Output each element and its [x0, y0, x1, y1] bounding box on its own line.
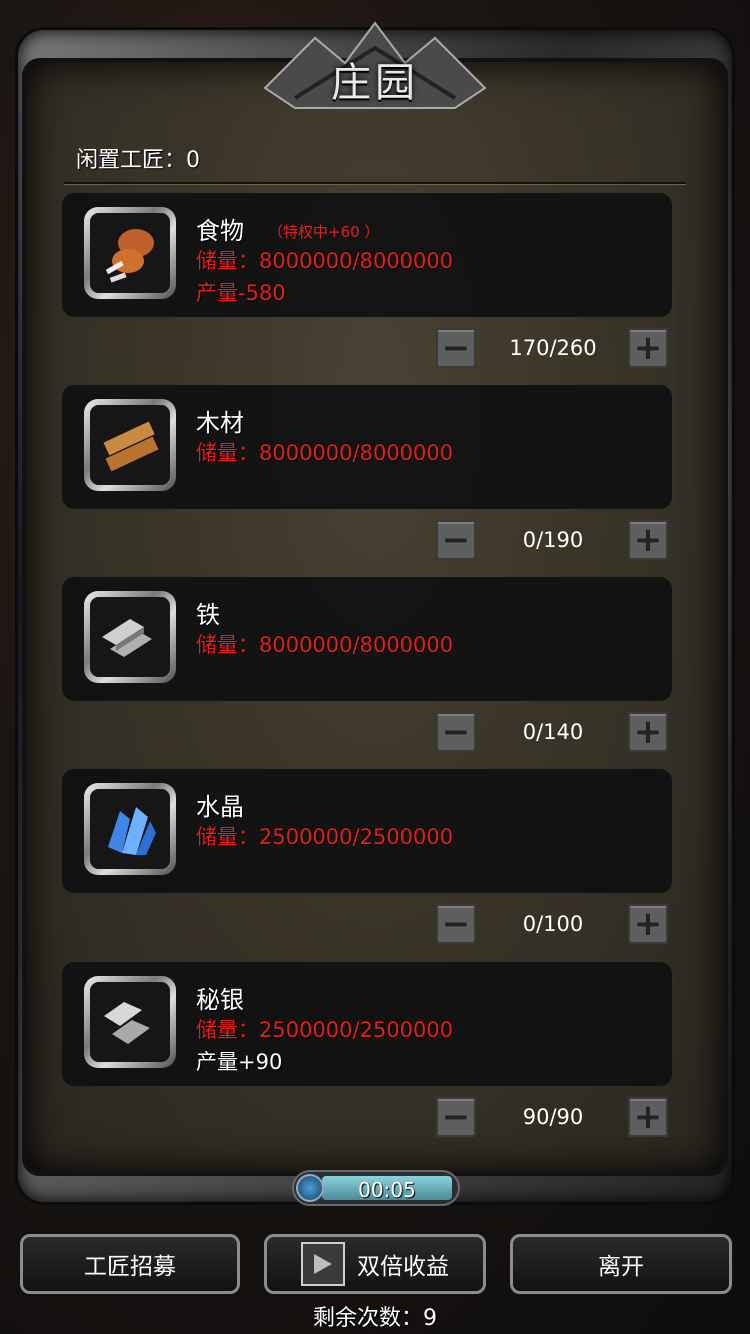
recruit-button[interactable]: 工匠招募: [20, 1234, 240, 1294]
double-reward-button[interactable]: 双倍收益: [264, 1234, 486, 1294]
storage-value: 储量：2500000/2500000: [196, 1018, 454, 1042]
increase-button[interactable]: +: [628, 328, 668, 368]
worker-stepper-food: − 170/260 +: [436, 328, 670, 368]
minus-icon: −: [441, 1097, 471, 1137]
worker-stepper-crystal: − 0/100 +: [436, 904, 670, 944]
resource-card-wood: 木材 储量：8000000/8000000: [62, 385, 672, 509]
production-value: 产量-580: [196, 281, 286, 305]
meat-icon: [90, 213, 170, 293]
worker-stepper-mithril: − 90/90 +: [436, 1097, 670, 1137]
increase-button[interactable]: +: [628, 520, 668, 560]
resource-icon-frame: [84, 399, 176, 491]
mithril-icon: [90, 982, 170, 1062]
plus-icon: +: [633, 520, 663, 560]
decrease-button[interactable]: −: [436, 520, 476, 560]
worker-stepper-iron: − 0/140 +: [436, 712, 670, 752]
resource-icon-frame: [84, 591, 176, 683]
resource-card-mithril: 秘银 储量：2500000/2500000 产量+90: [62, 962, 672, 1086]
increase-button[interactable]: +: [628, 904, 668, 944]
minus-icon: −: [441, 328, 471, 368]
decrease-button[interactable]: −: [436, 328, 476, 368]
plus-icon: +: [633, 712, 663, 752]
minus-icon: −: [441, 520, 471, 560]
play-icon: [301, 1242, 345, 1286]
privilege-bonus: （特权中+60 ）: [268, 223, 380, 241]
storage-value: 储量：2500000/2500000: [196, 825, 454, 849]
production-value: 产量+90: [196, 1050, 283, 1074]
plus-icon: +: [633, 904, 663, 944]
resource-icon-frame: [84, 207, 176, 299]
wood-icon: [90, 405, 170, 485]
leave-label: 离开: [598, 1254, 644, 1280]
resource-name: 食物: [196, 217, 244, 245]
worker-count: 0/140: [522, 720, 584, 744]
plus-icon: +: [633, 328, 663, 368]
resource-name: 木材: [196, 409, 244, 437]
worker-count: 0/190: [522, 528, 584, 552]
increase-button[interactable]: +: [628, 1097, 668, 1137]
increase-button[interactable]: +: [628, 712, 668, 752]
page-title: 庄园: [331, 60, 419, 106]
divider: [64, 182, 686, 185]
worker-count: 90/90: [522, 1105, 584, 1129]
resource-name: 秘银: [196, 986, 244, 1014]
minus-icon: −: [441, 904, 471, 944]
countdown-timer: 00:05: [292, 1170, 460, 1206]
decrease-button[interactable]: −: [436, 712, 476, 752]
resource-name: 水晶: [196, 793, 244, 821]
worker-count: 170/260: [509, 336, 597, 360]
resource-name: 铁: [196, 601, 220, 629]
storage-value: 储量：8000000/8000000: [196, 249, 454, 273]
recruit-label: 工匠招募: [84, 1254, 176, 1280]
resource-icon-frame: [84, 783, 176, 875]
plus-icon: +: [633, 1097, 663, 1137]
idle-workers-label: 闲置工匠：0: [76, 148, 200, 173]
resource-card-food: 食物 （特权中+60 ） 储量：8000000/8000000 产量-580: [62, 193, 672, 317]
clock-icon: [296, 1174, 324, 1202]
worker-count: 0/100: [522, 912, 584, 936]
leave-button[interactable]: 离开: [510, 1234, 732, 1294]
remaining-count: 剩余次数：9: [313, 1306, 437, 1331]
iron-icon: [90, 597, 170, 677]
minus-icon: −: [441, 712, 471, 752]
resource-card-crystal: 水晶 储量：2500000/2500000: [62, 769, 672, 893]
storage-value: 储量：8000000/8000000: [196, 633, 454, 657]
storage-value: 储量：8000000/8000000: [196, 441, 454, 465]
decrease-button[interactable]: −: [436, 904, 476, 944]
double-reward-label: 双倍收益: [357, 1254, 449, 1280]
timer-text: 00:05: [358, 1178, 416, 1202]
resource-icon-frame: [84, 976, 176, 1068]
decrease-button[interactable]: −: [436, 1097, 476, 1137]
worker-stepper-wood: − 0/190 +: [436, 520, 670, 560]
resource-card-iron: 铁 储量：8000000/8000000: [62, 577, 672, 701]
crystal-icon: [90, 789, 170, 869]
